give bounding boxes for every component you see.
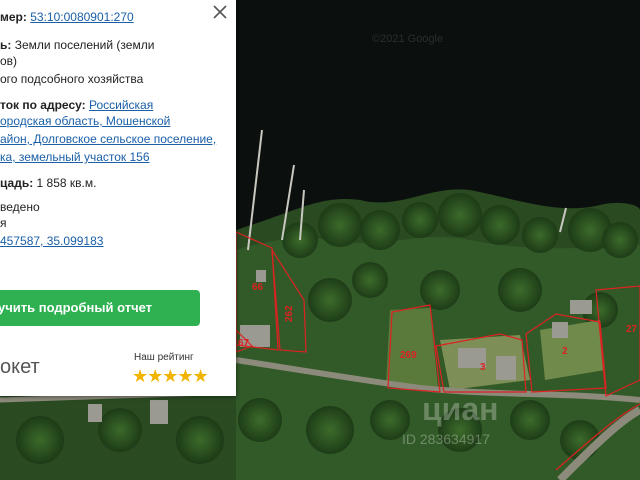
brand-logo-text: окет — [0, 356, 40, 378]
rating-label: Наш рейтинг — [134, 352, 194, 363]
close-icon[interactable] — [212, 4, 228, 20]
address-link[interactable]: ородская область, Мошенской — [0, 114, 170, 128]
cadastral-number-row: мер: 53:10:0080901:270 — [0, 8, 134, 26]
address-label: ток по адресу: — [0, 98, 86, 112]
cadastral-info-popup: мер: 53:10:0080901:270 ь: Земли поселени… — [0, 0, 236, 396]
address-link[interactable]: ка, земельный участок 156 — [0, 150, 150, 164]
address-link[interactable]: Российская — [89, 98, 153, 112]
coordinates-link[interactable]: 457587, 35.099183 — [0, 234, 103, 248]
area-label: цадь: — [0, 176, 34, 190]
plot-label[interactable]: 262 — [284, 305, 295, 322]
plot-label[interactable]: 3 — [480, 362, 486, 373]
category-row: ь: Земли поселений (земли — [0, 36, 154, 54]
category-label: ь: — [0, 38, 12, 52]
area-value: 1 858 кв.м. — [36, 176, 97, 190]
status-text-cont: я — [0, 216, 7, 230]
listing-id-watermark: ID 283634917 — [402, 431, 490, 447]
cadastral-number-label: мер: — [0, 10, 27, 24]
get-report-button[interactable]: учить подробный отчет — [0, 290, 200, 326]
address-link[interactable]: айон, Долговское сельское поселение, — [0, 132, 216, 146]
cian-watermark: циан — [422, 391, 498, 427]
plot-label[interactable]: 2 — [562, 346, 568, 357]
plot-label[interactable]: 269 — [400, 350, 417, 361]
plot-label[interactable]: 27 — [626, 324, 638, 335]
category-text: Земли поселений (земли — [14, 38, 155, 52]
rating-stars: ★★★★★ — [132, 366, 209, 386]
area-row: цадь: 1 858 кв.м. — [0, 174, 96, 192]
category-text-cont: ов) — [0, 54, 18, 68]
cadastral-number-link[interactable]: 53:10:0080901:270 — [30, 10, 133, 24]
plot-label[interactable]: 67 — [238, 338, 250, 349]
map-copyright: ©2021 Google — [372, 33, 443, 45]
plot-label[interactable]: 66 — [252, 282, 264, 293]
usage-text: ого подсобного хозяйства — [0, 72, 144, 86]
